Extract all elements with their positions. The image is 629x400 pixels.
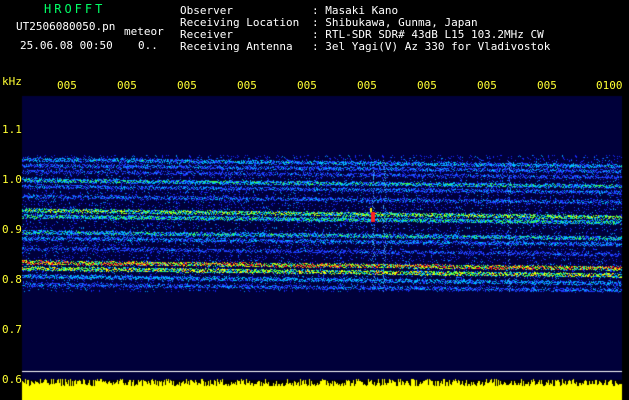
freq-tick: 1.1	[2, 123, 22, 136]
header: HROFFT UT2506080050.pn meteor 25.06.08 0…	[0, 0, 629, 76]
app-title: HROFFT	[44, 2, 106, 16]
time-tick: 005	[477, 79, 497, 92]
freq-tick: 0.8	[2, 273, 22, 286]
antenna-label: Receiving Antenna	[180, 40, 293, 53]
time-tick: 005	[357, 79, 377, 92]
freq-tick: 1.0	[2, 173, 22, 186]
time-tick: 005	[237, 79, 257, 92]
filename: UT2506080050.pn	[16, 20, 116, 33]
tag: meteor	[124, 25, 164, 38]
datetime: 25.06.08 00:50	[20, 39, 113, 52]
time-tick: 005	[417, 79, 437, 92]
freq-tick: 0.6	[2, 373, 22, 386]
time-tick: 005	[297, 79, 317, 92]
time-tick: 005	[57, 79, 77, 92]
freq-tick: 0.9	[2, 223, 22, 236]
freq-unit: kHz	[2, 75, 22, 88]
time-tick: 005	[117, 79, 137, 92]
time-tick: 005	[177, 79, 197, 92]
time-tick: 005	[537, 79, 557, 92]
time-tick: 0100	[596, 79, 623, 92]
antenna-value: : 3el Yagi(V) Az 330 for Vladivostok	[312, 40, 551, 53]
extra-field: 0..	[138, 39, 158, 52]
freq-tick: 0.7	[2, 323, 22, 336]
